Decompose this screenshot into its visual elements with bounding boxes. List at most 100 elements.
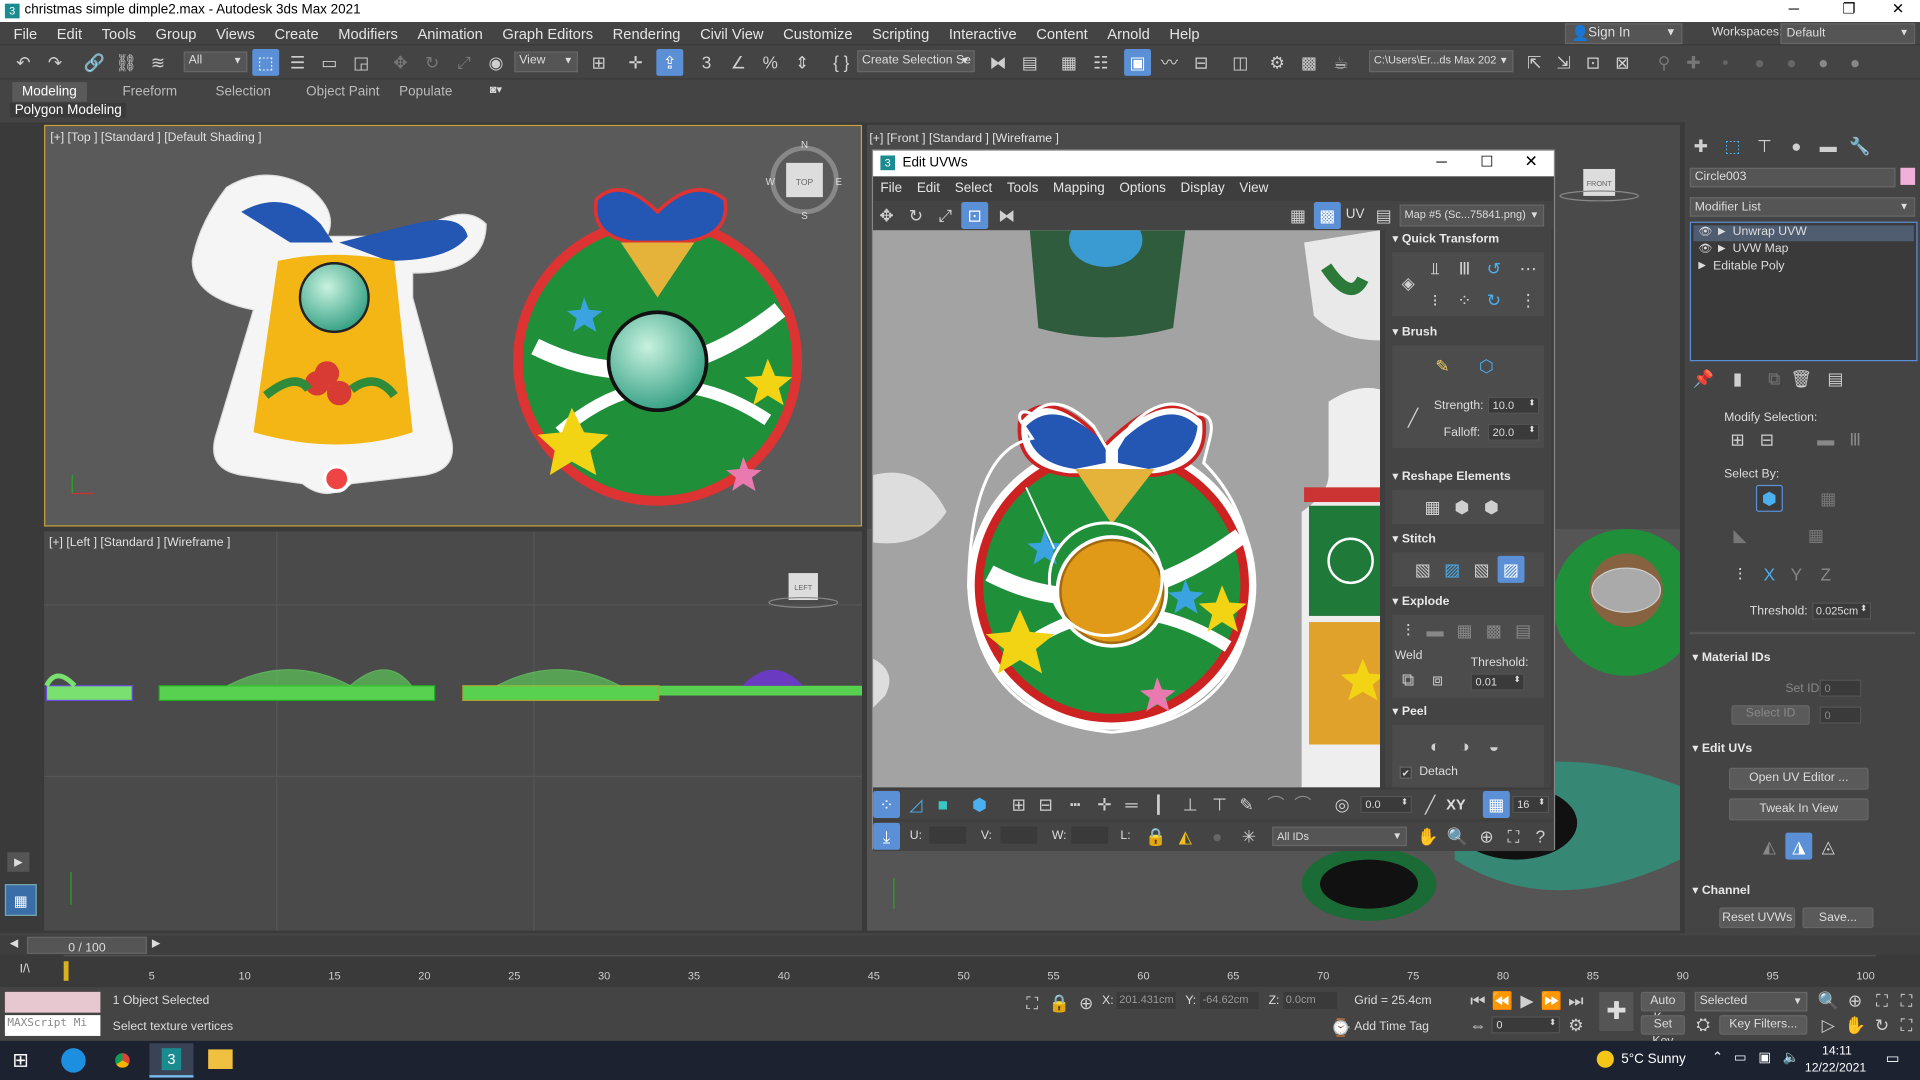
uv-canvas[interactable]: [873, 230, 1381, 788]
mirror-z-axis-icon[interactable]: Z: [1812, 561, 1839, 588]
3dsmax-taskbar-icon[interactable]: 3: [149, 1043, 194, 1078]
grow-selection-icon[interactable]: ⊞: [1724, 426, 1751, 453]
stack-item-uvw-map[interactable]: 👁 ▶ UVW Map: [1693, 242, 1913, 258]
menu-views[interactable]: Views: [206, 23, 265, 45]
key-filters-button[interactable]: Key Filters...: [1719, 1015, 1808, 1035]
open-uv-editor-button[interactable]: Open UV Editor ...: [1728, 767, 1869, 790]
brush-size-icon[interactable]: ⌒: [1262, 791, 1289, 818]
unlink-icon[interactable]: ⛓: [113, 49, 140, 76]
ribbon-tab-populate[interactable]: Populate: [389, 82, 462, 102]
add-time-tag[interactable]: Add Time Tag: [1354, 1020, 1429, 1033]
stitch-source-icon[interactable]: ▧: [1468, 556, 1495, 583]
paint-brush-icon[interactable]: ✎: [1429, 353, 1456, 380]
render-setup-icon[interactable]: ⚙: [1264, 49, 1291, 76]
maximize-icon[interactable]: ❐: [1831, 0, 1868, 22]
x-coord-field[interactable]: 201.431cm: [1116, 991, 1176, 1009]
soft-selection-icon[interactable]: ◎: [1329, 791, 1356, 818]
strength-spinner[interactable]: 10.0 ⬍: [1487, 396, 1540, 414]
relax-icon[interactable]: ⬢: [1449, 493, 1476, 520]
rendered-frame-icon[interactable]: ▩: [1296, 49, 1323, 76]
set-id-spinner[interactable]: 0: [1819, 679, 1862, 697]
project-path-dropdown[interactable]: C:\Users\Er...ds Max 202 ▼: [1368, 50, 1514, 73]
menu-graph-editors[interactable]: Graph Editors: [493, 23, 603, 45]
straighten-icon[interactable]: ▦: [1419, 493, 1446, 520]
viewport-top[interactable]: [+] [Top ] [Standard ] [Default Shading …: [44, 124, 863, 527]
maxscript-listener[interactable]: MAXScript Mi: [4, 991, 101, 1036]
rotate-icon[interactable]: ↻: [419, 49, 446, 76]
menu-civil-view[interactable]: Civil View: [690, 23, 773, 45]
viewport-layout-icon[interactable]: ▦: [4, 884, 37, 916]
motion-tab-icon[interactable]: ●: [1783, 132, 1810, 159]
shrink-selection-icon[interactable]: ⊟: [1753, 426, 1780, 453]
angle-snap-icon[interactable]: ∠: [725, 49, 752, 76]
reset-uvws-button[interactable]: Reset UVWs: [1719, 907, 1796, 929]
select-object-icon[interactable]: ⬚: [252, 48, 280, 76]
utilities-tab-icon[interactable]: 🔧: [1847, 132, 1874, 159]
face-mode-icon[interactable]: ■: [929, 791, 956, 818]
menu-create[interactable]: Create: [265, 23, 329, 45]
mirror-icon[interactable]: ⧓: [984, 49, 1011, 76]
render-icon[interactable]: ☕: [1327, 49, 1354, 76]
menu-help[interactable]: Help: [1160, 23, 1210, 45]
toggle-ribbon-icon[interactable]: ▣: [1124, 48, 1152, 76]
track-bar[interactable]: I/\ 5 10 15 20 25 30 35 40 45 50 55 60 65 70 75 80 85 90 9…: [0, 955, 1920, 987]
select-manipulate-icon[interactable]: ✛: [622, 49, 649, 76]
window-crossing-icon[interactable]: ◲: [348, 49, 375, 76]
selection-lock-icon[interactable]: 🔒: [1046, 989, 1073, 1016]
detach-checkbox[interactable]: ✔: [1399, 766, 1412, 779]
material-id-filter-dropdown[interactable]: All IDs ▼: [1272, 826, 1407, 847]
quick-peel-icon[interactable]: ◐: [1422, 732, 1449, 759]
pin-icon[interactable]: ⚲: [1651, 49, 1678, 76]
taskbar-time[interactable]: 14:11: [1822, 1044, 1852, 1057]
brush-line-icon[interactable]: ╱: [1400, 404, 1427, 431]
menu-modifiers[interactable]: Modifiers: [328, 23, 407, 45]
element-mode-icon[interactable]: ⬢: [966, 791, 993, 818]
stitch-target-icon[interactable]: ▧: [1409, 556, 1436, 583]
align-vertical-icon[interactable]: Ⅲ: [1451, 255, 1478, 282]
quick-planar-align-icon[interactable]: ◬: [1815, 833, 1842, 860]
zoom-extents-icon[interactable]: ⛶: [1869, 987, 1896, 1014]
workspace-dropdown[interactable]: Default ▼: [1780, 23, 1916, 45]
zoom-icon[interactable]: 🔍: [1815, 987, 1842, 1014]
volume-icon[interactable]: 🔈: [1783, 1049, 1800, 1066]
menu-customize[interactable]: Customize: [773, 23, 862, 45]
layer-explorer-icon[interactable]: ☷: [1087, 49, 1114, 76]
edge-distance-icon[interactable]: ╱: [1417, 791, 1444, 818]
menu-scripting[interactable]: Scripting: [862, 23, 939, 45]
time-slider-thumb[interactable]: 0 / 100: [26, 936, 147, 955]
sphere-icon[interactable]: ●: [1842, 49, 1869, 76]
selection-filter-dropdown[interactable]: All ▼: [183, 51, 248, 73]
isolate-icon[interactable]: ⛶: [1019, 989, 1046, 1016]
ribbon-options-icon[interactable]: ◙▾: [490, 83, 502, 96]
zoom-icon[interactable]: 🔍: [1444, 823, 1471, 850]
auto-key-button[interactable]: Auto K...: [1640, 991, 1685, 1025]
ring-grow-icon[interactable]: ✛: [1091, 791, 1118, 818]
windows-start-icon[interactable]: ⊞: [12, 1048, 28, 1072]
rollout-stitch[interactable]: ▾ Stitch: [1392, 533, 1544, 553]
plus-icon[interactable]: ✚: [1680, 49, 1707, 76]
hierarchy-tab-icon[interactable]: ⊤: [1751, 132, 1778, 159]
menu-content[interactable]: Content: [1026, 23, 1097, 45]
absolute-mode-icon[interactable]: ⤓: [873, 822, 901, 850]
rollout-channel[interactable]: ▾ Channel: [1692, 884, 1912, 904]
falloff-spinner[interactable]: 20.0 ⬍: [1487, 423, 1540, 441]
expand-icon[interactable]: ▶: [1698, 260, 1706, 271]
u-field[interactable]: [929, 826, 967, 844]
weld-threshold-spinner[interactable]: 0.01 ⬍: [1470, 673, 1525, 691]
loop-icon[interactable]: ═: [1118, 791, 1145, 818]
project-icon[interactable]: ⊠: [1609, 49, 1636, 76]
freeze-icon[interactable]: ●: [1204, 823, 1231, 850]
scale-icon[interactable]: ⤢: [932, 202, 959, 229]
align-icon[interactable]: ▤: [1016, 49, 1043, 76]
set-key-big-icon[interactable]: ✚: [1599, 991, 1634, 1032]
stitch-custom-icon[interactable]: ▨: [1497, 555, 1525, 583]
pivot-icon[interactable]: ◈: [1395, 269, 1422, 296]
time-next-icon[interactable]: ▶: [152, 937, 160, 950]
zoom-all-icon[interactable]: ⊕: [1842, 987, 1869, 1014]
placement-icon[interactable]: ◉: [482, 49, 509, 76]
rect-selection-icon[interactable]: ▭: [316, 49, 343, 76]
object-name-field[interactable]: Circle003: [1689, 167, 1896, 188]
freeform-icon[interactable]: ⊡: [961, 202, 989, 229]
uv-menu-display[interactable]: Display: [1173, 178, 1232, 200]
shrink-icon[interactable]: ⊟: [1032, 791, 1059, 818]
